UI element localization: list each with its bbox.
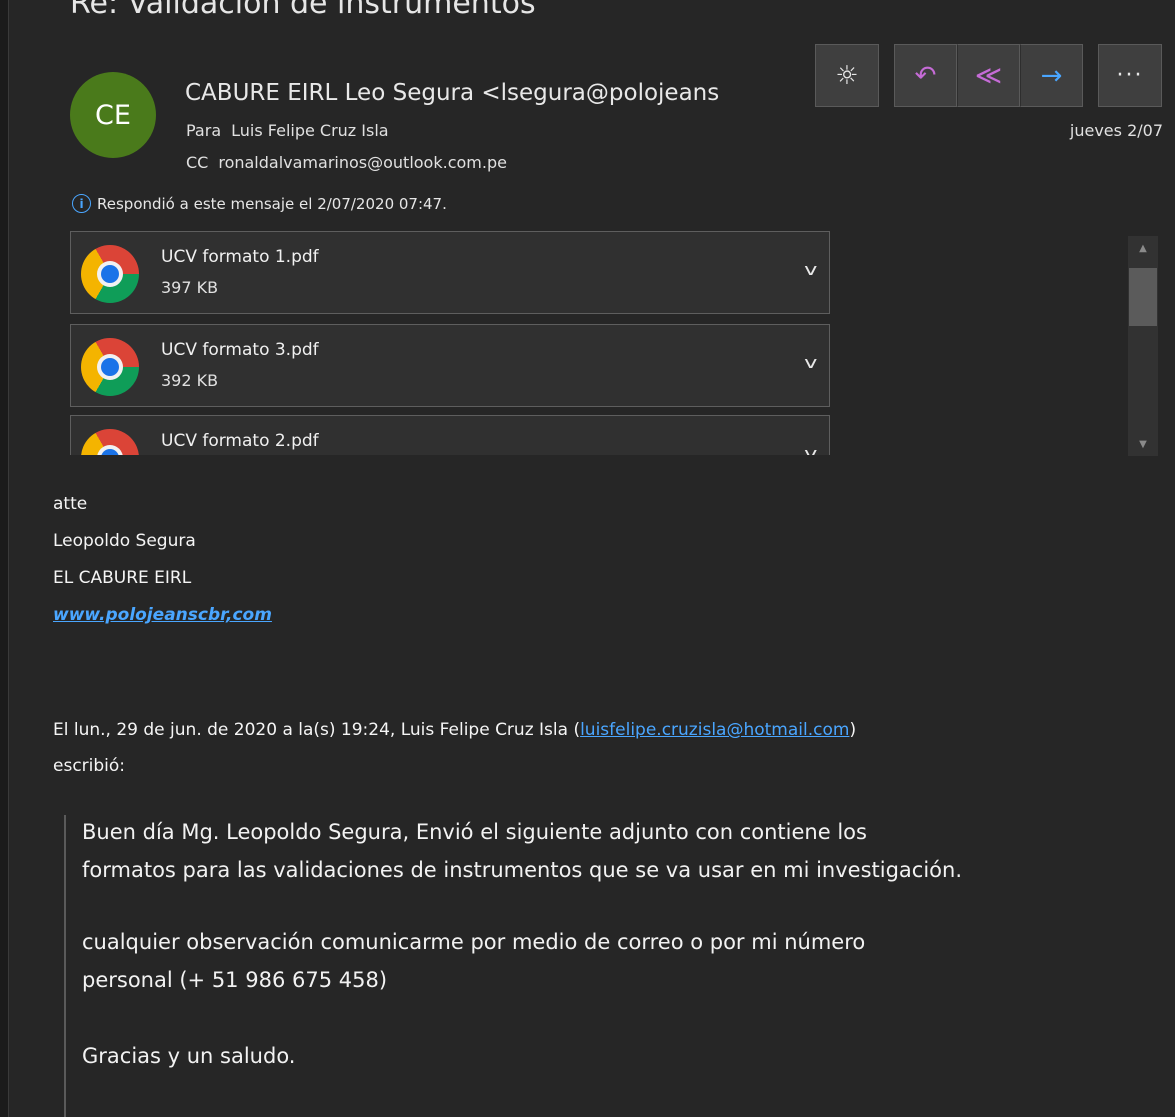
to-recipient[interactable]: Luis Felipe Cruz Isla	[231, 121, 388, 140]
forward-button[interactable]: →	[1020, 44, 1083, 107]
quoted-paragraph-line: cualquier observación comunicarme por me…	[82, 930, 866, 954]
brightness-button[interactable]: ☼	[815, 44, 879, 107]
attachments-list: UCV formato 1.pdf 397 KB v UCV formato 3…	[70, 231, 830, 455]
avatar[interactable]: CE	[70, 72, 156, 158]
brightness-icon: ☼	[835, 60, 859, 91]
to-label: Para	[186, 121, 222, 140]
signature-name: Leopoldo Segura	[53, 531, 196, 551]
info-icon: i	[72, 194, 91, 213]
window-left-border	[0, 0, 9, 1117]
attachments-scrollbar[interactable]: ▲ ▼	[1128, 236, 1158, 456]
attachment-name: UCV formato 1.pdf	[161, 247, 319, 267]
more-icon: ···	[1116, 63, 1144, 88]
attachment-item[interactable]: UCV formato 2.pdf v	[70, 415, 830, 455]
chrome-icon	[81, 338, 139, 396]
chrome-icon	[81, 245, 139, 303]
signature-link[interactable]: www.polojeanscbr,com	[53, 605, 272, 625]
cc-label: CC	[186, 153, 209, 172]
quoted-paragraph-line: Gracias y un saludo.	[82, 1044, 296, 1068]
chevron-down-icon[interactable]: v	[804, 353, 817, 372]
attachment-item[interactable]: UCV formato 1.pdf 397 KB v	[70, 231, 830, 314]
quote-bar	[64, 815, 66, 1117]
attachment-item[interactable]: UCV formato 3.pdf 392 KB v	[70, 324, 830, 407]
signature-company: EL CABURE EIRL	[53, 568, 192, 588]
email-subject: Re: Validación de instrumentos	[70, 0, 536, 21]
quote-header-text: El lun., 29 de jun. de 2020 a la(s) 19:2…	[53, 720, 581, 740]
reply-info: i Respondió a este mensaje el 2/07/2020 …	[72, 194, 447, 213]
quote-header-close: )	[849, 720, 857, 740]
attachment-name: UCV formato 2.pdf	[161, 431, 319, 451]
quoted-paragraph-line: personal (+ 51 986 675 458)	[82, 968, 388, 992]
reply-icon: ↶	[914, 60, 937, 91]
reply-all-button[interactable]: ≪	[957, 44, 1020, 107]
attachment-size: 397 KB	[161, 278, 219, 297]
forward-icon: →	[1040, 60, 1063, 91]
email-date: jueves 2/07	[1069, 121, 1163, 140]
cc-recipient[interactable]: ronaldalvamarinos@outlook.com.pe	[218, 153, 507, 172]
sender-name[interactable]: CABURE EIRL Leo Segura <lsegura@polojean…	[185, 80, 773, 106]
to-line: Para Luis Felipe Cruz Isla	[186, 121, 389, 140]
signature-greeting: atte	[53, 494, 88, 514]
avatar-initials: CE	[95, 99, 131, 131]
quote-header-wrote: escribió:	[53, 756, 126, 776]
quote-sender-email-link[interactable]: luisfelipe.cruzisla@hotmail.com	[580, 720, 849, 740]
attachment-size: 392 KB	[161, 371, 219, 390]
quote-header: El lun., 29 de jun. de 2020 a la(s) 19:2…	[53, 720, 856, 740]
quoted-paragraph-line: formatos para las validaciones de instru…	[82, 858, 962, 882]
more-actions-button[interactable]: ···	[1098, 44, 1162, 107]
reply-button[interactable]: ↶	[894, 44, 957, 107]
attachment-name: UCV formato 3.pdf	[161, 340, 319, 360]
quoted-paragraph-line: Buen día Mg. Leopoldo Segura, Envió el s…	[82, 820, 867, 844]
reply-info-text: Respondió a este mensaje el 2/07/2020 07…	[97, 194, 447, 213]
cc-line: CC ronaldalvamarinos@outlook.com.pe	[186, 153, 507, 172]
scrollbar-thumb[interactable]	[1129, 268, 1157, 326]
scroll-down-icon[interactable]: ▼	[1129, 434, 1157, 454]
scroll-up-icon[interactable]: ▲	[1129, 238, 1157, 258]
reply-all-icon: ≪	[974, 60, 1003, 91]
chrome-icon	[81, 429, 139, 455]
chevron-down-icon[interactable]: v	[804, 260, 817, 279]
chevron-down-icon[interactable]: v	[804, 444, 817, 455]
